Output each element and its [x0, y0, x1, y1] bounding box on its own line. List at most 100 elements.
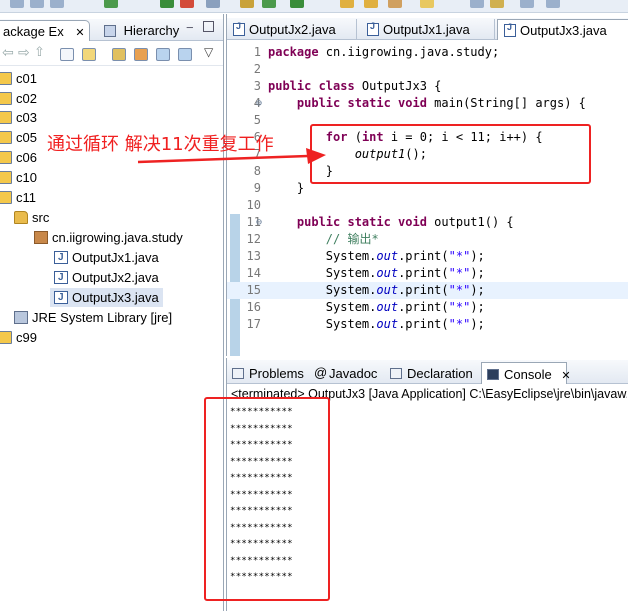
tree-item-project[interactable]: c02 — [0, 89, 37, 108]
chevron-down-icon[interactable]: ▽ — [204, 45, 213, 59]
tree-item-source-folder[interactable]: src — [14, 208, 49, 227]
view-menu-icon[interactable] — [178, 48, 192, 61]
java-file-icon — [54, 248, 68, 267]
tree-item-project[interactable]: c03 — [0, 108, 37, 127]
edit-icon[interactable] — [420, 0, 434, 8]
code-text: System.out.print("*"); — [268, 266, 485, 280]
tab-outputjx3[interactable]: OutputJx3.java — [497, 19, 628, 40]
close-icon[interactable]: ✕ — [561, 370, 570, 382]
stop-icon[interactable] — [180, 0, 194, 8]
tab-label: OutputJx2.java — [249, 22, 336, 37]
tree-item-project[interactable]: c06 — [0, 148, 37, 167]
java-file-icon — [54, 288, 68, 307]
run-icon[interactable] — [160, 0, 174, 8]
tree-item-java-file-selected[interactable]: OutputJx3.java — [50, 288, 163, 307]
tree-item-project[interactable]: c99 — [0, 328, 37, 347]
tab-declaration[interactable]: Declaration — [385, 362, 477, 384]
open-type-icon[interactable] — [364, 0, 378, 8]
back-icon[interactable] — [520, 0, 534, 8]
up-icon[interactable]: ⇧ — [34, 44, 45, 60]
tree-item-label: src — [32, 210, 50, 225]
java-file-icon — [367, 21, 379, 36]
tab-package-explorer-label: ackage Ex — [3, 24, 64, 39]
new-class-icon[interactable] — [262, 0, 276, 8]
tab-label: Problems — [249, 366, 304, 381]
save-icon[interactable] — [50, 0, 64, 8]
run-last-icon[interactable] — [290, 0, 304, 8]
tab-outputjx2[interactable]: OutputJx2.java — [227, 19, 357, 40]
link-with-editor-icon[interactable] — [82, 48, 96, 61]
problems-icon — [232, 368, 244, 379]
tree-item-label: JRE System Library [jre] — [32, 310, 173, 325]
project-icon — [0, 131, 12, 144]
minimize-icon[interactable]: − — [186, 20, 194, 35]
tab-label: OutputJx3.java — [520, 23, 607, 38]
fold-icon[interactable]: ⊖ — [256, 95, 262, 112]
tab-package-explorer[interactable]: ackage Ex ✕ — [0, 20, 90, 41]
tab-label: Javadoc — [329, 366, 378, 381]
forward-icon[interactable] — [546, 0, 560, 8]
code-line: 4 ⊖ public static void main(String[] args… — [227, 95, 628, 112]
prev-annotation-icon[interactable] — [490, 0, 504, 8]
code-text: // 输出* — [325, 232, 379, 246]
line-number: 9 — [253, 181, 261, 195]
next-annotation-icon[interactable] — [470, 0, 484, 8]
line-number: 13 — [246, 249, 261, 263]
forward-icon[interactable]: ⇨ — [18, 44, 30, 61]
tree-item-project[interactable]: c05 — [0, 128, 37, 147]
code-text: } — [268, 181, 305, 195]
debug-icon[interactable] — [104, 0, 118, 8]
tree-item-project[interactable]: c01 — [0, 69, 37, 88]
tab-javadoc[interactable]: @ Javadoc — [309, 362, 381, 384]
code-text: System.out.print("*"); — [268, 300, 485, 314]
tab-problems[interactable]: Problems — [227, 362, 308, 384]
tree-item-project[interactable]: c11 — [0, 188, 36, 207]
maximize-icon[interactable] — [203, 21, 214, 32]
source-folder-icon — [14, 211, 28, 224]
code-line: 16 System.out.print("*"); — [227, 299, 628, 316]
code-line: 3 public class OutputJx3 { — [227, 78, 628, 95]
tree-item-label: c06 — [16, 150, 37, 165]
tree-item-label: c05 — [16, 130, 37, 145]
line-number: 5 — [253, 113, 261, 127]
expand-icon[interactable] — [156, 48, 170, 61]
tree-item-label: c99 — [16, 330, 37, 345]
java-editor: OutputJx2.java OutputJx1.java OutputJx3.… — [226, 14, 628, 356]
collapse-all-icon[interactable] — [60, 48, 74, 61]
line-number: 16 — [246, 300, 261, 314]
project-icon — [0, 92, 12, 105]
close-icon[interactable]: ✕ — [75, 27, 84, 39]
tree-item-label: OutputJx1.java — [72, 250, 159, 265]
settings-icon[interactable] — [206, 0, 220, 8]
tab-outputjx1[interactable]: OutputJx1.java — [361, 19, 495, 40]
tab-console[interactable]: Console ✕ — [481, 362, 571, 384]
java-file-icon — [504, 22, 516, 37]
open-folder-icon[interactable] — [340, 0, 354, 8]
tree-item-label: c10 — [16, 170, 37, 185]
tree-item-package[interactable]: cn.iigrowing.java.study — [34, 228, 183, 247]
refresh-icon[interactable] — [134, 48, 148, 61]
fold-icon[interactable]: ⊖ — [256, 214, 262, 231]
filters-icon[interactable] — [112, 48, 126, 61]
back-icon[interactable]: ⇦ — [2, 44, 14, 61]
annotation-box-loop — [310, 124, 591, 184]
search-icon[interactable] — [388, 0, 402, 8]
open-icon[interactable] — [30, 0, 44, 8]
tree-item-project[interactable]: c10 — [0, 168, 37, 187]
project-icon — [0, 331, 12, 344]
code-text: System.out.print("*"); — [268, 317, 485, 331]
new-icon[interactable] — [10, 0, 24, 8]
tree-item-java-file[interactable]: OutputJx1.java — [54, 248, 159, 267]
tab-label: OutputJx1.java — [383, 22, 470, 37]
package-icon[interactable] — [240, 0, 254, 8]
at-icon: @ — [314, 365, 328, 380]
console-icon — [487, 369, 499, 380]
tree-item-java-file[interactable]: OutputJx2.java — [54, 268, 159, 287]
tree-item-library[interactable]: JRE System Library [jre] — [14, 308, 172, 327]
code-line: 11 ⊖ public static void output1() { — [227, 214, 628, 231]
tab-hierarchy[interactable]: Hierarchy — [100, 20, 183, 41]
code-area[interactable]: 1 package cn.iigrowing.java.study; 2 3 pub… — [227, 44, 628, 333]
code-line: 12 // 输出* — [227, 231, 628, 248]
line-number: 1 — [253, 45, 261, 59]
tree-item-label: c03 — [16, 110, 37, 125]
